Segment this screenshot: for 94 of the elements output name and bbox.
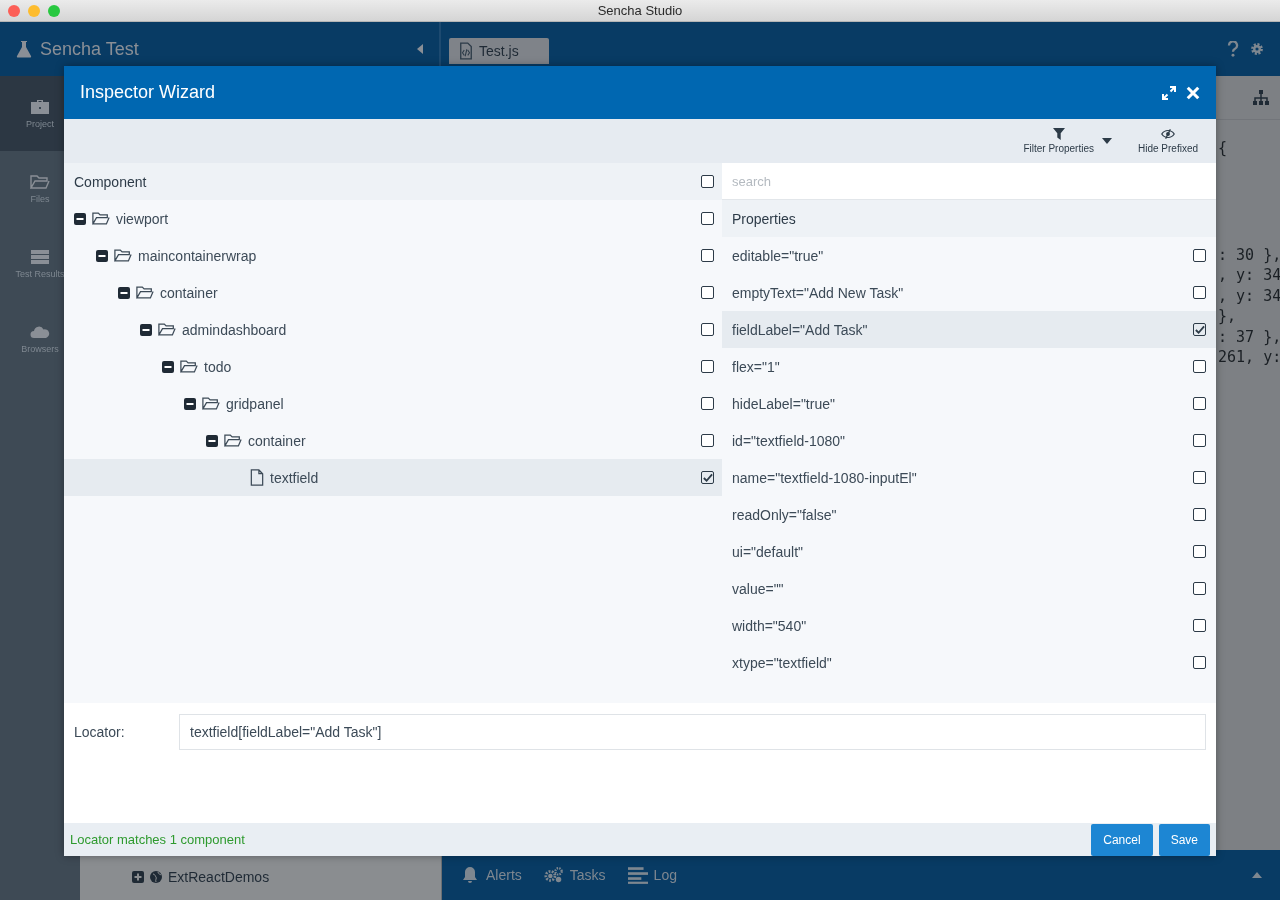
folder-icon [114,248,132,263]
property-row[interactable]: fieldLabel="Add Task" [722,311,1216,348]
tree-row[interactable]: maincontainerwrap [64,237,722,274]
folder-icon [30,173,50,190]
checkbox[interactable] [701,471,714,484]
locator-label: Locator: [74,723,126,742]
collapse-icon[interactable] [184,397,196,410]
checkbox[interactable] [1193,397,1206,410]
locator-field[interactable]: textfield[fieldLabel="Add Task"] [179,714,1206,750]
bell-icon [460,866,480,884]
folder-icon [158,322,176,337]
tree-row[interactable]: container [64,422,722,459]
property-row[interactable]: readOnly="false" [722,496,1216,533]
checkbox[interactable] [701,175,714,188]
editor-tab[interactable]: Test.js [449,38,549,64]
tree-row[interactable]: gridpanel [64,385,722,422]
checkbox[interactable] [1193,582,1206,595]
checkbox[interactable] [1193,508,1206,521]
folder-icon [92,211,110,226]
folder-icon [180,359,198,374]
cancel-button[interactable]: Cancel [1091,823,1153,856]
code-line: 261, y: [1217,347,1280,368]
status-message: Locator matches 1 component [70,832,246,847]
log-icon [627,866,648,884]
close-icon[interactable] [1186,85,1200,100]
folder-icon [224,433,242,448]
caret-icon[interactable] [1252,872,1262,878]
collapse-icon[interactable] [206,434,218,447]
checkbox[interactable] [1193,619,1206,632]
search-field[interactable]: search [722,163,1216,200]
checkbox[interactable] [1193,323,1206,336]
tree-row[interactable]: textfield [64,459,722,496]
app-title: Sencha Test [40,38,140,60]
property-row[interactable]: editable="true" [722,237,1216,274]
filter-icon [1051,128,1066,140]
window-title: Sencha Studio [597,3,683,18]
file-icon [250,469,264,486]
collapse-icon[interactable] [118,286,130,299]
checkbox[interactable] [1193,286,1206,299]
property-row[interactable]: width="540" [722,607,1216,644]
property-row[interactable]: flex="1" [722,348,1216,385]
collapse-icon[interactable] [96,249,108,262]
code-line: : 37 }, [1217,326,1280,347]
checkbox[interactable] [1193,434,1206,447]
checkbox[interactable] [701,360,714,373]
property-row[interactable]: hideLabel="true" [722,385,1216,422]
expand-icon[interactable] [1162,85,1176,100]
checkbox[interactable] [1193,545,1206,558]
checkbox[interactable] [701,323,714,336]
flask-icon [16,40,32,58]
globe-icon [150,871,162,883]
code-line: , y: 34 [1217,265,1280,286]
column-header: Properties [732,210,796,227]
dialog-title: Inspector Wizard [80,82,217,103]
property-row[interactable]: xtype="textfield" [722,644,1216,681]
hierarchy-icon[interactable] [1252,89,1270,106]
collapse-icon[interactable] [162,360,174,373]
toolbar-button[interactable]: Filter Properties [1021,126,1096,156]
property-row[interactable]: name="textfield-1080-inputEl" [722,459,1216,496]
code-line: : 30 }, [1217,244,1280,265]
dropdown-icon[interactable] [1101,138,1112,144]
code-line: { [1217,138,1229,159]
code-line: , y: 34 [1217,285,1280,306]
folder-icon [202,396,220,411]
tree-row[interactable]: viewport [64,200,722,237]
server-icon [30,248,50,265]
briefcase-icon [30,98,50,115]
tree-item[interactable]: ExtReactDemos [80,854,441,900]
checkbox[interactable] [701,434,714,447]
help-icon[interactable] [1226,41,1240,57]
checkbox[interactable] [1193,656,1206,669]
property-row[interactable]: ui="default" [722,533,1216,570]
eye-slash-icon [1161,128,1175,140]
column-header: Component [74,173,148,190]
collapse-icon[interactable] [74,212,86,225]
folder-icon [136,285,154,300]
checkbox[interactable] [701,249,714,262]
property-row[interactable]: id="textfield-1080" [722,422,1216,459]
checkbox[interactable] [701,397,714,410]
checkbox[interactable] [1193,360,1206,373]
checkbox[interactable] [701,286,714,299]
checkbox[interactable] [1193,471,1206,484]
code-file-icon [459,42,473,60]
code-line: }, [1217,306,1238,327]
collapse-icon[interactable] [140,323,152,336]
checkbox[interactable] [1193,249,1206,262]
gears-icon [543,866,564,884]
toolbar-button[interactable]: Hide Prefixed [1135,126,1200,156]
save-button[interactable]: Save [1158,823,1210,856]
expand-icon[interactable] [132,871,144,883]
checkbox[interactable] [701,212,714,225]
property-row[interactable]: emptyText="Add New Task" [722,274,1216,311]
settings-icon[interactable] [1250,41,1264,57]
property-row[interactable]: value="" [722,570,1216,607]
